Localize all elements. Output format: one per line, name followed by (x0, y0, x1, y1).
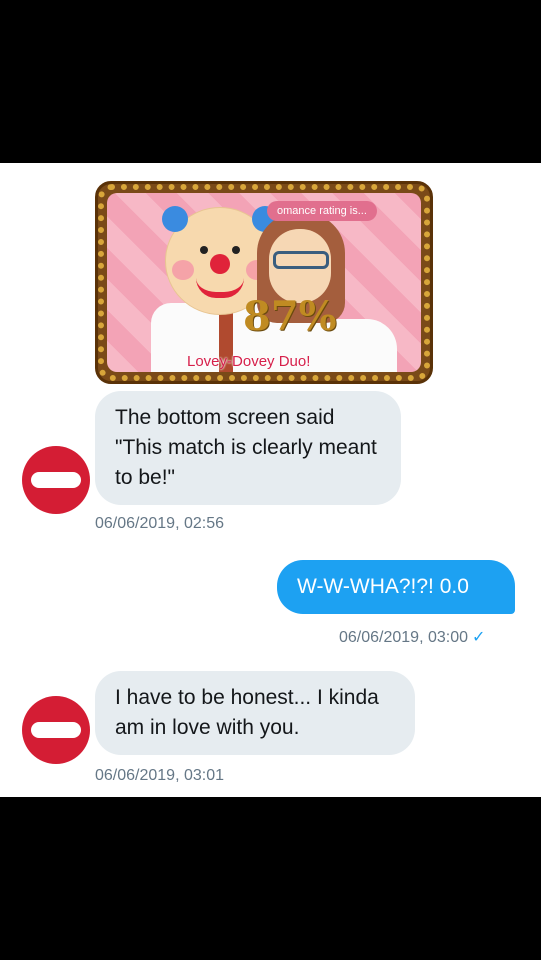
incoming-message[interactable]: I have to be honest... I kinda am in lov… (95, 671, 415, 755)
conversation-view: omance rating is... 87% Lovey-Dovey Duo!… (0, 163, 541, 797)
no-entry-icon[interactable] (22, 696, 90, 764)
message-timestamp: 06/06/2019, 02:56 (95, 515, 225, 532)
no-entry-icon[interactable] (22, 446, 90, 514)
clown-cheek (172, 260, 194, 280)
shared-image[interactable]: omance rating is... 87% Lovey-Dovey Duo! (95, 181, 433, 384)
clown-eye (232, 246, 240, 254)
glasses (273, 251, 329, 269)
rating-result: Lovey-Dovey Duo! (187, 353, 311, 370)
no-entry-bar (31, 472, 81, 488)
incoming-message[interactable]: The bottom screen said "This match is cl… (95, 391, 401, 505)
rating-percent: 87% (243, 293, 337, 340)
message-timestamp: 06/06/2019, 03:01 (95, 767, 225, 784)
clown-mouth (196, 278, 244, 298)
clown-nose (210, 254, 230, 274)
clown-eye (200, 246, 208, 254)
message-timestamp-row: 06/06/2019, 03:00 ✓ (339, 627, 485, 647)
outgoing-message[interactable]: W-W-WHA?!?! 0.0 (277, 560, 515, 614)
bottom-black-bar (0, 797, 541, 960)
top-black-bar (0, 0, 541, 163)
rating-banner: omance rating is... (267, 201, 377, 221)
no-entry-bar (31, 722, 81, 738)
image-scene: omance rating is... 87% Lovey-Dovey Duo! (107, 193, 421, 372)
checkmark-icon: ✓ (472, 629, 486, 646)
message-timestamp: 06/06/2019, 03:00 (339, 629, 469, 646)
clown-hair (162, 206, 188, 232)
